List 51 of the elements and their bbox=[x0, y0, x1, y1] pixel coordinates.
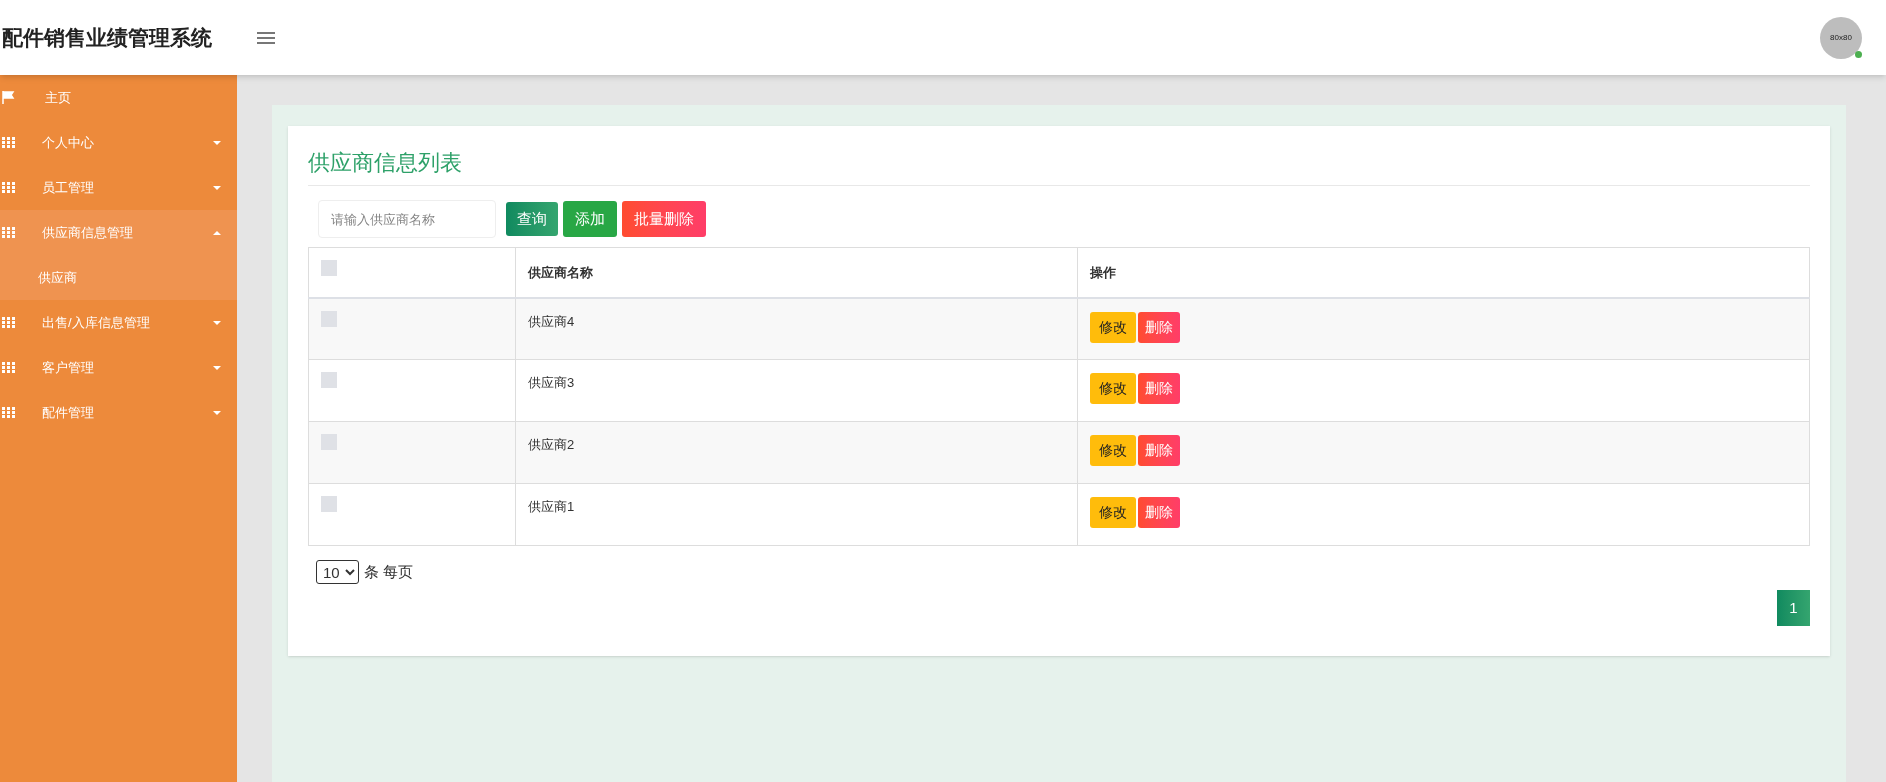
checkbox[interactable] bbox=[321, 496, 337, 512]
page-button[interactable]: 1 bbox=[1777, 590, 1810, 626]
table-cell: 供应商3 bbox=[528, 375, 575, 390]
checkbox[interactable] bbox=[321, 372, 337, 388]
checkbox[interactable] bbox=[321, 310, 337, 327]
sidebar-item[interactable]: 客户管理 bbox=[0, 345, 237, 390]
app-title: 配件销售业绩管理系统 bbox=[1, 24, 212, 51]
edit-button[interactable]: 修改 bbox=[1090, 311, 1136, 343]
caret-icon bbox=[213, 185, 221, 190]
edit-button[interactable]: 修改 bbox=[1090, 373, 1136, 404]
delete-button[interactable]: 删除 bbox=[1138, 435, 1180, 466]
sidebar-item[interactable]: 供应商信息管理 bbox=[0, 210, 237, 255]
caret-icon bbox=[213, 365, 221, 370]
sidebar-item[interactable]: 员工管理 bbox=[0, 165, 237, 210]
batch-delete-button[interactable]: 批量删除 bbox=[622, 201, 706, 237]
checkbox[interactable] bbox=[321, 434, 337, 450]
table-cell: 供应商4 bbox=[528, 313, 575, 329]
delete-button[interactable]: 删除 bbox=[1138, 373, 1180, 404]
page-title: 供应商信息列表 bbox=[308, 150, 462, 175]
sidebar-item[interactable]: 出售/入库信息管理 bbox=[0, 300, 237, 345]
sidebar-item[interactable]: 个人中心 bbox=[0, 120, 237, 165]
page-size-select[interactable]: 10 bbox=[316, 560, 359, 584]
delete-button[interactable]: 删除 bbox=[1138, 311, 1180, 343]
grid-icon bbox=[2, 317, 15, 328]
edit-button[interactable]: 修改 bbox=[1090, 435, 1136, 466]
grid-icon bbox=[2, 362, 15, 373]
caret-icon bbox=[213, 320, 221, 325]
delete-button[interactable]: 删除 bbox=[1138, 497, 1180, 528]
sidebar-subitem[interactable]: 供应商 bbox=[0, 255, 237, 300]
caret-icon bbox=[213, 230, 221, 235]
table-cell: 供应商1 bbox=[528, 499, 575, 514]
table-cell: 供应商2 bbox=[528, 437, 575, 452]
search-field[interactable]: 请输入供应商名称 bbox=[318, 200, 496, 238]
grid-icon bbox=[2, 407, 15, 418]
search-button[interactable]: 查询 bbox=[506, 202, 558, 236]
page-size-label: 条 每页 bbox=[364, 561, 414, 582]
column-header: 供应商名称 bbox=[528, 264, 593, 280]
grid-icon bbox=[2, 227, 15, 238]
grid-icon bbox=[2, 137, 15, 148]
avatar[interactable]: 80x80 bbox=[1820, 16, 1862, 59]
add-button[interactable]: 添加 bbox=[563, 201, 617, 237]
flag-icon bbox=[2, 91, 15, 104]
checkbox[interactable] bbox=[321, 260, 337, 276]
column-header: 操作 bbox=[1090, 264, 1116, 280]
edit-button[interactable]: 修改 bbox=[1090, 497, 1136, 528]
sidebar-item[interactable]: 配件管理 bbox=[0, 390, 237, 435]
caret-icon bbox=[213, 410, 221, 415]
caret-icon bbox=[213, 140, 221, 145]
grid-icon bbox=[2, 182, 15, 193]
menu-icon[interactable] bbox=[256, 30, 276, 45]
sidebar-item[interactable]: 主页 bbox=[0, 75, 237, 120]
